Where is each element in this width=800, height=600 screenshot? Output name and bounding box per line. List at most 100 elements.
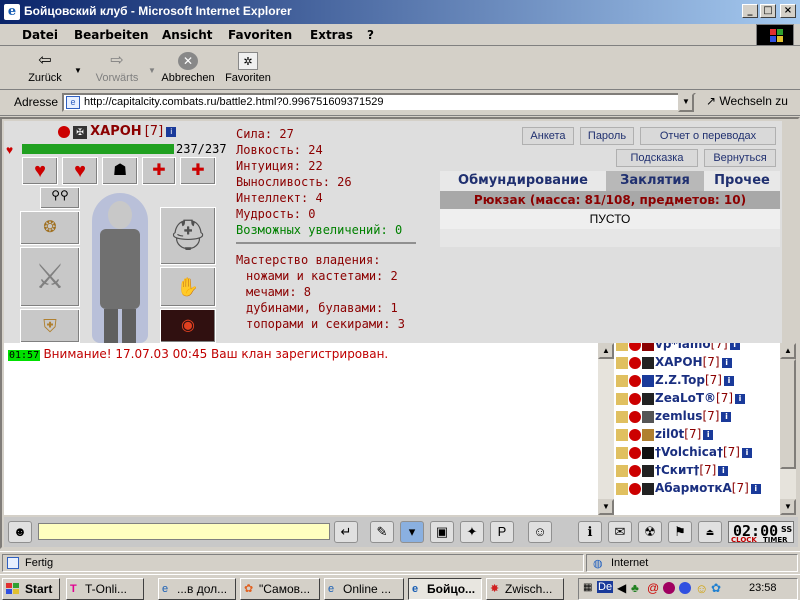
- anketa-button[interactable]: Анкета: [522, 127, 574, 145]
- menu-datei[interactable]: Datei: [22, 28, 58, 42]
- back-dropdown-icon[interactable]: ▼: [74, 66, 82, 75]
- online-scroll-up[interactable]: ▲: [780, 343, 796, 359]
- user-name[interactable]: ХАРОН: [655, 355, 703, 369]
- chat-scrollbar[interactable]: ▲ ▼: [598, 343, 614, 515]
- online-user-row[interactable]: zemlus[7] i: [616, 409, 732, 427]
- task-ie-2[interactable]: ✿ "Самов...: [240, 578, 320, 600]
- chat-scroll-up[interactable]: ▲: [598, 343, 614, 359]
- user-name[interactable]: vp*lamo: [655, 343, 711, 351]
- helmet-slot[interactable]: ⛑: [160, 207, 216, 265]
- tab-spells[interactable]: Заклятия: [606, 171, 704, 191]
- spell-slot-plus-2[interactable]: ✚: [180, 157, 216, 185]
- task-ie-1[interactable]: e ...в дол...: [158, 578, 236, 600]
- start-button[interactable]: Start: [2, 578, 60, 600]
- mask-icon[interactable]: ☢: [638, 521, 662, 543]
- menu-favoriten[interactable]: Favoriten: [228, 28, 292, 42]
- online-user-row[interactable]: †Скит†[7] i: [616, 463, 729, 481]
- private-msg-icon[interactable]: [616, 410, 628, 423]
- online-scroll-down[interactable]: ▼: [780, 499, 796, 515]
- spell-slot-plus-1[interactable]: ✚: [142, 157, 176, 185]
- task-online[interactable]: e Online ...: [324, 578, 404, 600]
- private-msg-icon[interactable]: [616, 464, 628, 477]
- network-icon[interactable]: ▦: [583, 582, 592, 593]
- task-zwischen[interactable]: ✸ Zwisch...: [486, 578, 564, 600]
- smiley-tray-icon[interactable]: ☺: [695, 581, 708, 596]
- user-name[interactable]: †Volchica†: [655, 445, 723, 459]
- gloves-slot[interactable]: ✋: [160, 267, 216, 307]
- info-icon[interactable]: i: [703, 429, 714, 440]
- transfers-report-button[interactable]: Отчет о переводах: [640, 127, 776, 145]
- address-dropdown-icon[interactable]: ▼: [678, 93, 694, 112]
- private-msg-icon[interactable]: [616, 343, 628, 351]
- spell-slot-heart-1[interactable]: ♥: [22, 157, 58, 185]
- character-avatar[interactable]: [82, 189, 158, 343]
- scroll-tool-icon[interactable]: ✉: [608, 521, 632, 543]
- online-user-row[interactable]: Z.Z.Top[7] i: [616, 373, 734, 391]
- online-user-row[interactable]: ZeaLoT®[7] i: [616, 391, 746, 409]
- weapon-slot-sword[interactable]: ⚔: [20, 247, 80, 307]
- stop-button[interactable]: ✕ Abbrechen: [160, 50, 216, 88]
- online-scrollbar[interactable]: ▲ ▼: [780, 343, 796, 515]
- tray-flower-icon[interactable]: ✿: [711, 581, 721, 595]
- private-msg-icon[interactable]: [616, 428, 628, 441]
- online-scroll-thumb[interactable]: [780, 359, 796, 469]
- chat-input[interactable]: [38, 523, 330, 540]
- info-icon[interactable]: i: [721, 411, 732, 422]
- info-tool-icon[interactable]: ℹ: [578, 521, 602, 543]
- private-msg-icon[interactable]: [616, 374, 628, 387]
- info-icon[interactable]: i: [735, 393, 746, 404]
- smiley-icon[interactable]: ☺: [528, 521, 552, 543]
- menu-bearbeiten[interactable]: Bearbeiten: [74, 28, 149, 42]
- lang-indicator[interactable]: De: [597, 581, 614, 593]
- online-user-row[interactable]: vp*lamo[7] i: [616, 343, 740, 355]
- earrings-slot[interactable]: ⚲⚲: [40, 187, 80, 209]
- online-user-row[interactable]: zil0t[7] i: [616, 427, 714, 445]
- user-name[interactable]: zil0t: [655, 427, 684, 441]
- volume-icon[interactable]: ◀: [617, 581, 626, 595]
- menu-help[interactable]: ?: [367, 28, 374, 42]
- amulet-slot[interactable]: ❂: [20, 211, 80, 245]
- info-icon[interactable]: i: [741, 447, 752, 458]
- shield-slot[interactable]: ◉: [160, 309, 216, 343]
- go-button[interactable]: ↗ Wechseln zu: [706, 94, 788, 108]
- spell-slot-heart-2[interactable]: ♥: [62, 157, 98, 185]
- tray-circle-icon[interactable]: [663, 582, 675, 594]
- flag-icon[interactable]: ⚑: [668, 521, 692, 543]
- private-msg-icon[interactable]: [616, 392, 628, 405]
- private-msg-icon[interactable]: [616, 482, 628, 495]
- hint-button[interactable]: Подсказка: [616, 149, 698, 167]
- info-icon[interactable]: i: [721, 357, 732, 368]
- address-input[interactable]: e http://capitalcity.combats.ru/battle2.…: [62, 93, 696, 112]
- character-name[interactable]: ХАРОН: [90, 124, 142, 139]
- forward-dropdown-icon[interactable]: ▼: [148, 66, 156, 75]
- user-name[interactable]: АбармоткА: [655, 481, 732, 495]
- eraser-icon[interactable]: ✎: [370, 521, 394, 543]
- monitor-icon[interactable]: ▣: [430, 521, 454, 543]
- minimize-button[interactable]: _: [742, 4, 758, 18]
- user-name[interactable]: †Скит†: [655, 463, 699, 477]
- task-combats[interactable]: e Бойцо...: [408, 578, 482, 600]
- user-name[interactable]: ZeaLoT®: [655, 391, 716, 405]
- return-button[interactable]: Вернуться: [704, 149, 776, 167]
- back-button[interactable]: ⇦ Zurück: [22, 50, 68, 88]
- spell-slot-figures[interactable]: ☗: [102, 157, 138, 185]
- private-msg-icon[interactable]: [616, 446, 628, 459]
- info-icon[interactable]: i: [718, 465, 729, 476]
- maximize-button[interactable]: □: [760, 4, 776, 18]
- filter-icon[interactable]: ▾: [400, 521, 424, 543]
- tab-other[interactable]: Прочее: [704, 171, 780, 191]
- private-msg-icon[interactable]: [616, 356, 628, 369]
- timer-label[interactable]: TIMER: [763, 536, 788, 544]
- pl-icon[interactable]: P: [490, 521, 514, 543]
- online-user-row[interactable]: †Volchica†[7] i: [616, 445, 752, 463]
- fighter-icon[interactable]: ✦: [460, 521, 484, 543]
- armor-slot[interactable]: ⛨: [20, 309, 80, 343]
- online-user-row[interactable]: АбармоткА[7] i: [616, 481, 761, 499]
- password-button[interactable]: Пароль: [580, 127, 634, 145]
- task-t-online[interactable]: T T-Onli...: [66, 578, 144, 600]
- info-icon[interactable]: i: [723, 375, 734, 386]
- forward-button[interactable]: ⇨ Vorwärts: [92, 50, 142, 88]
- tab-equipment[interactable]: Обмундирование: [440, 171, 606, 191]
- favorites-button[interactable]: ✲ Favoriten: [222, 50, 274, 88]
- online-user-row[interactable]: ХАРОН[7] i: [616, 355, 732, 373]
